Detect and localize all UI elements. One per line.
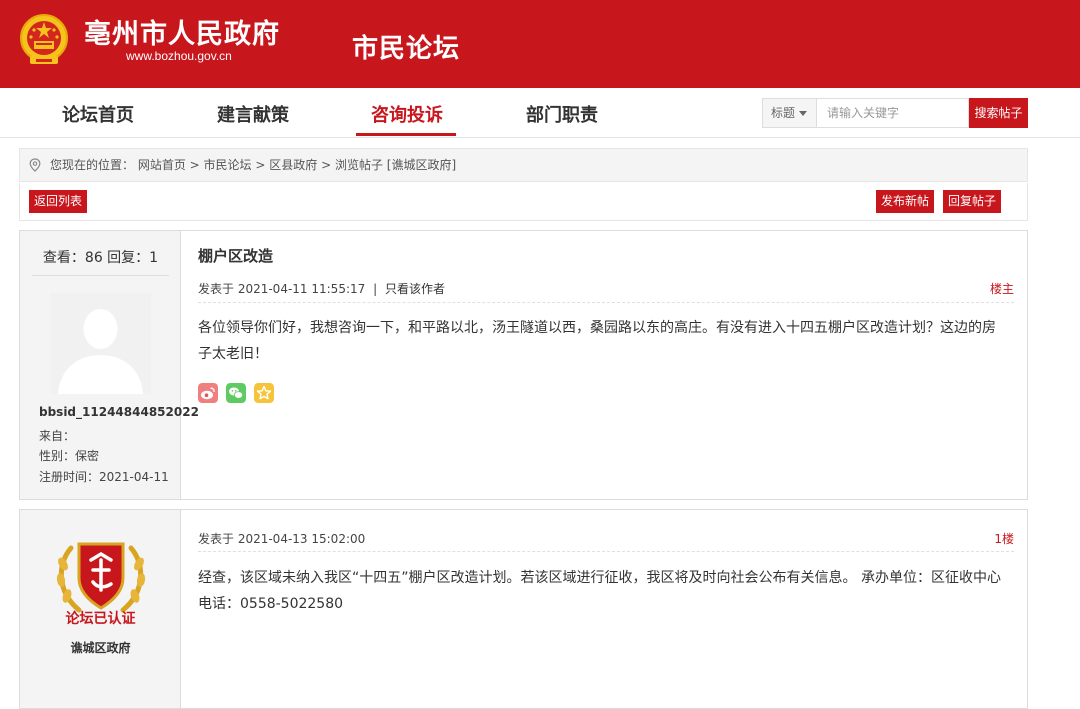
author-gender: 性别：保密 [39,449,100,463]
breadcrumb-separator: > [185,158,204,172]
default-avatar-icon[interactable] [50,293,151,394]
site-header: 亳州市人民政府 www.bozhou.gov.cn 市民论坛 [0,0,1080,88]
site-url[interactable]: www.bozhou.gov.cn [126,49,232,63]
search-type-select[interactable]: 标题 [762,98,817,128]
nav-item-department-duties[interactable]: 部门职责 [526,101,598,127]
breadcrumb-separator: > [251,158,270,172]
post-stats: 查看：86 回复：1 [42,250,159,266]
back-to-list-button[interactable]: 返回列表 [29,190,88,213]
search-input[interactable] [817,98,969,128]
certified-badge-text: 论坛已认证 [65,611,136,627]
reply-time: 发表于 2021-04-13 15:02:00 [198,532,366,546]
post-body: 棚户区改造 发表于 2021-04-11 11:55:17 | 只看该作者 楼主… [182,231,1027,499]
author-username[interactable]: bbsid_11244844852022 [39,405,199,419]
breadcrumb-separator: > [317,158,335,172]
breadcrumb: 您现在的位置： 网站首页 > 市民论坛 > 区县政府 > 浏览帖子 [谯城区政府… [19,148,1028,182]
search-type-label: 标题 [771,106,796,120]
reply-author-username[interactable]: 谯城区政府 [20,639,181,656]
nav-active-indicator [356,133,456,136]
floor-label: 楼主 [989,282,1014,296]
breadcrumb-county-gov[interactable]: 区县政府 [269,158,317,172]
post-reply: 论坛已认证 谯城区政府 发表于 2021-04-13 15:02:00 1楼 经… [19,509,1028,709]
post-original: 查看：86 回复：1 bbsid_11244844852022 来自： 性别：保… [19,230,1028,500]
reply-post-button[interactable]: 回复帖子 [943,190,1002,213]
meta-separator: | [373,282,378,296]
author-only-link[interactable]: 只看该作者 [385,282,445,296]
breadcrumb-prefix: 您现在的位置： [50,158,135,172]
post-meta: 发表于 2021-04-11 11:55:17 | 只看该作者 [198,280,445,297]
author-panel: 查看：86 回复：1 bbsid_11244844852022 来自： 性别：保… [20,231,199,499]
divider [198,302,1014,303]
action-bar: 返回列表 发布新帖 回复帖子 [19,183,1028,221]
nav-item-suggestions[interactable]: 建言献策 [217,101,289,127]
post-time: 发表于 2021-04-11 11:55:17 [198,282,366,296]
site-title[interactable]: 亳州市人民政府 [84,12,280,51]
location-pin-icon [29,158,41,172]
divider [198,551,1014,552]
author-from: 来自： [39,429,76,443]
forum-title: 市民论坛 [352,34,461,64]
breadcrumb-site-home[interactable]: 网站首页 [138,158,186,172]
post-title: 棚户区改造 [198,247,274,265]
reply-body: 发表于 2021-04-13 15:02:00 1楼 经查，该区域未纳入我区“十… [182,510,1027,708]
post-content: 各位领导你们好，我想咨询一下，和平路以北，汤王隧道以西，桑园路以东的高庄。有没有… [198,320,996,362]
chevron-down-icon [799,111,808,116]
new-post-button[interactable]: 发布新帖 [876,190,935,213]
weibo-icon[interactable] [198,383,218,403]
national-emblem-icon [20,14,68,64]
favorite-icon[interactable] [254,383,274,403]
search-button[interactable]: 搜索帖子 [969,98,1028,128]
wechat-icon[interactable] [226,383,246,403]
nav-item-forum-home[interactable]: 论坛首页 [62,101,134,127]
author-panel: 论坛已认证 谯城区政府 [20,510,181,708]
author-register-date: 注册时间：2021-04-11 [39,470,169,484]
nav-item-consult-complaint[interactable]: 咨询投诉 [371,101,443,127]
breadcrumb-forum[interactable]: 市民论坛 [204,158,252,172]
floor-label: 1楼 [994,532,1014,546]
reply-content: 经查，该区域未纳入我区“十四五”棚户区改造计划。若该区域进行征收，我区将及时向社… [198,570,1001,612]
divider [32,275,169,276]
breadcrumb-current: 浏览帖子 [谯城区政府] [334,158,457,172]
